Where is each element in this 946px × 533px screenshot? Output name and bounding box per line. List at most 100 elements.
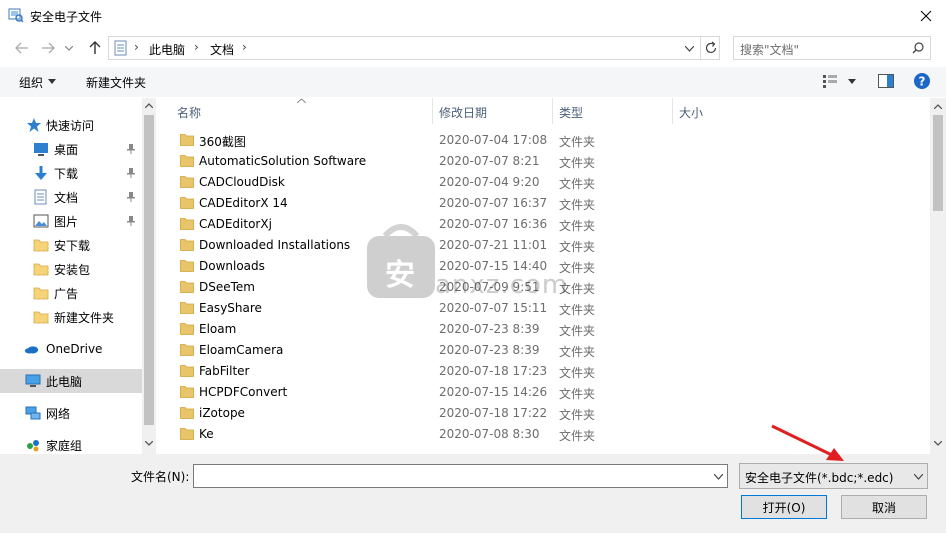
open-button[interactable]: 打开(O)	[741, 495, 827, 519]
organize-button[interactable]: 组织	[19, 74, 43, 91]
folder-icon	[180, 197, 194, 209]
filetype-select[interactable]: 安全电子文件(*.bdc;*.edc)	[739, 463, 928, 489]
nav-item[interactable]: 文档	[0, 185, 142, 209]
file-list-scrollbar[interactable]	[930, 98, 946, 454]
column-type[interactable]: 类型	[559, 104, 583, 121]
filename-input[interactable]	[193, 464, 728, 488]
column-size[interactable]: 大小	[679, 104, 703, 121]
nav-item[interactable]: 图片	[0, 209, 142, 233]
filename-dropdown-icon[interactable]	[714, 474, 723, 480]
folder-icon	[180, 365, 194, 377]
nav-item[interactable]: 新建文件夹	[0, 305, 142, 329]
column-divider[interactable]	[672, 98, 673, 124]
file-row[interactable]: 360截图 2020-07-04 17:08 文件夹	[160, 130, 930, 151]
nav-item-label: 新建文件夹	[54, 310, 115, 325]
file-row[interactable]: CADCloudDisk 2020-07-04 9:20 文件夹	[160, 172, 930, 193]
folder-icon	[180, 134, 194, 146]
column-name[interactable]: 名称	[177, 104, 201, 121]
file-name: AutomaticSolution Software	[199, 154, 367, 168]
nav-item[interactable]: 广告	[0, 281, 142, 305]
address-bar[interactable]: › 此电脑 › 文档 ›	[108, 36, 720, 60]
file-name: FabFilter	[199, 364, 250, 378]
breadcrumb-separator-icon: ›	[194, 40, 199, 54]
close-button[interactable]	[906, 0, 946, 32]
nav-item[interactable]: 安装包	[0, 257, 142, 281]
file-type: 文件夹	[559, 219, 596, 233]
nav-item[interactable]: 下载	[0, 161, 142, 185]
pin-icon[interactable]	[126, 143, 136, 155]
breadcrumb-item-documents[interactable]: 文档	[210, 41, 234, 58]
scroll-down-icon[interactable]	[145, 441, 153, 446]
help-icon[interactable]: ?	[914, 73, 930, 89]
back-button[interactable]	[11, 37, 33, 59]
file-name: HCPDFConvert	[199, 385, 288, 399]
nav-item-label: 安装包	[54, 262, 91, 277]
file-scroll-thumb[interactable]	[933, 115, 943, 211]
scroll-down-icon[interactable]	[934, 441, 942, 446]
file-name: DSeeTem	[199, 280, 255, 294]
column-date[interactable]: 修改日期	[439, 104, 487, 121]
file-row[interactable]: HCPDFConvert 2020-07-15 14:26 文件夹	[160, 382, 930, 403]
file-row[interactable]: Downloads 2020-07-15 14:40 文件夹	[160, 256, 930, 277]
file-type: 文件夹	[559, 177, 596, 191]
folder-icon	[180, 176, 194, 188]
nav-item-label: 广告	[54, 286, 79, 301]
preview-pane-icon[interactable]	[878, 74, 894, 88]
folder-icon	[33, 239, 49, 252]
file-date: 2020-07-21 11:01	[439, 238, 548, 252]
file-row[interactable]: CADEditorXj 2020-07-07 16:36 文件夹	[160, 214, 930, 235]
file-row[interactable]: CADEditorX 14 2020-07-07 16:37 文件夹	[160, 193, 930, 214]
forward-button[interactable]	[37, 37, 59, 59]
file-row[interactable]: FabFilter 2020-07-18 17:23 文件夹	[160, 361, 930, 382]
nav-item-label: 文档	[54, 190, 79, 205]
nav-item-label: 图片	[54, 214, 79, 229]
file-row[interactable]: AutomaticSolution Software 2020-07-07 8:2…	[160, 151, 930, 172]
file-row[interactable]: EloamCamera 2020-07-23 8:39 文件夹	[160, 340, 930, 361]
column-divider[interactable]	[432, 98, 433, 124]
breadcrumb-item-this-pc[interactable]: 此电脑	[149, 41, 185, 58]
file-row[interactable]: EasyShare 2020-07-07 15:11 文件夹	[160, 298, 930, 319]
file-date: 2020-07-04 9:20	[439, 175, 540, 189]
nav-this-pc[interactable]: 此电脑	[0, 369, 142, 393]
file-row[interactable]: iZotope 2020-07-18 17:22 文件夹	[160, 403, 930, 424]
new-folder-button[interactable]: 新建文件夹	[86, 74, 146, 91]
nav-scrollbar[interactable]	[142, 98, 156, 454]
nav-homegroup[interactable]: 家庭组	[0, 433, 142, 454]
pin-icon[interactable]	[126, 191, 136, 203]
folder-icon	[180, 323, 194, 335]
up-button[interactable]	[84, 37, 106, 59]
search-box[interactable]: 搜索"文档"	[733, 36, 931, 60]
nav-scroll-thumb[interactable]	[144, 115, 154, 425]
folder-icon	[180, 344, 194, 356]
picture-icon	[33, 214, 49, 228]
nav-item[interactable]: 桌面	[0, 137, 142, 161]
column-divider[interactable]	[552, 98, 553, 124]
filetype-dropdown-icon	[914, 474, 923, 480]
nav-onedrive[interactable]: OneDrive	[0, 337, 142, 361]
file-type: 文件夹	[559, 135, 596, 149]
nav-network[interactable]: 网络	[0, 401, 142, 425]
command-bar: 组织 新建文件夹 ?	[0, 67, 946, 97]
homegroup-icon	[27, 440, 39, 452]
file-row[interactable]: Eloam 2020-07-23 8:39 文件夹	[160, 319, 930, 340]
folder-icon	[180, 407, 194, 419]
folder-icon	[180, 302, 194, 314]
address-dropdown-icon[interactable]	[685, 46, 694, 52]
recent-locations-button[interactable]	[62, 37, 76, 59]
nav-quick-access[interactable]: 快速访问	[0, 113, 142, 137]
refresh-icon[interactable]	[704, 41, 718, 55]
nav-onedrive-label: OneDrive	[46, 342, 103, 356]
scroll-up-icon[interactable]	[934, 104, 942, 109]
file-date: 2020-07-08 8:30	[439, 427, 540, 441]
sort-ascending-icon	[297, 98, 306, 103]
nav-item[interactable]: 安下载	[0, 233, 142, 257]
cancel-button[interactable]: 取消	[841, 495, 927, 519]
pin-icon[interactable]	[126, 215, 136, 227]
breadcrumb-separator-icon: ›	[134, 40, 139, 54]
file-row[interactable]: Downloaded Installations 2020-07-21 11:01…	[160, 235, 930, 256]
pin-icon[interactable]	[126, 167, 136, 179]
view-options-icon[interactable]	[822, 74, 838, 88]
file-row[interactable]: DSeeTem 2020-07-09 9:51 文件夹	[160, 277, 930, 298]
scroll-up-icon[interactable]	[145, 103, 153, 108]
view-dropdown-icon[interactable]	[848, 79, 856, 84]
